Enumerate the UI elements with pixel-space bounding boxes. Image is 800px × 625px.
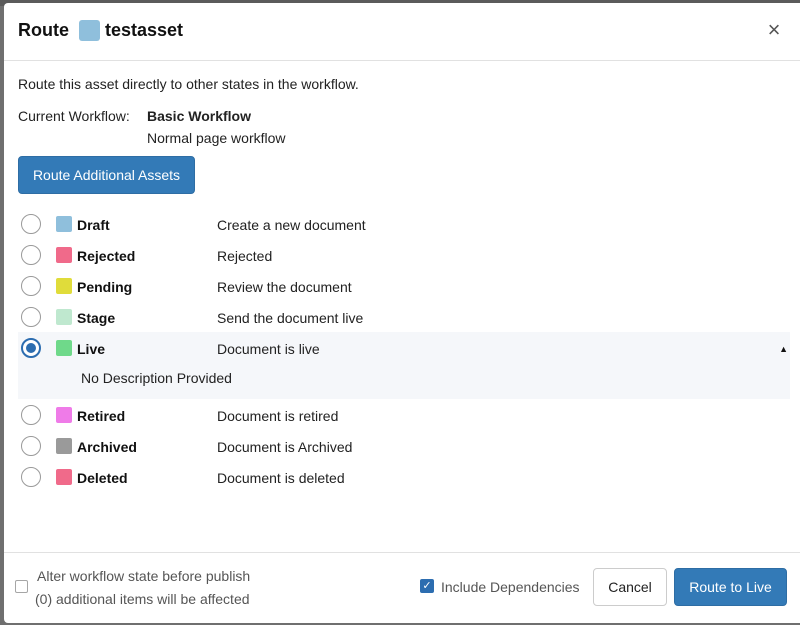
state-description: Send the document live — [217, 310, 364, 326]
state-color-swatch — [56, 247, 72, 263]
dialog-title: Route testasset — [18, 20, 183, 41]
state-row-stage[interactable]: Stage Send the document live — [18, 301, 790, 332]
affected-items-label: (0) additional items will be affected — [35, 591, 250, 607]
state-row-live[interactable]: Live Document is live ▲ No Description Prov… — [18, 332, 790, 399]
state-name: Deleted — [77, 470, 128, 486]
title-prefix: Route — [18, 20, 69, 40]
state-name: Stage — [77, 310, 116, 326]
alter-workflow-checkbox[interactable] — [15, 580, 28, 593]
state-color-swatch — [56, 340, 72, 356]
state-name: Rejected — [77, 248, 136, 264]
state-description: Document is deleted — [217, 470, 345, 486]
state-radio[interactable] — [21, 405, 41, 425]
state-radio[interactable] — [21, 245, 41, 265]
state-color-swatch — [56, 438, 72, 454]
state-row-archived[interactable]: Archived Document is Archived — [18, 430, 790, 461]
state-row-rejected[interactable]: Rejected Rejected — [18, 239, 790, 270]
state-radio[interactable] — [21, 467, 41, 487]
state-color-swatch — [56, 278, 72, 294]
intro-text: Route this asset directly to other state… — [18, 76, 359, 92]
state-description: Document is live — [217, 341, 320, 357]
route-additional-assets-button[interactable]: Route Additional Assets — [18, 156, 195, 194]
state-name: Archived — [77, 439, 137, 455]
state-description: Document is retired — [217, 408, 339, 424]
state-description: Rejected — [217, 248, 273, 264]
state-radio[interactable] — [21, 276, 41, 296]
state-row-pending[interactable]: Pending Review the document — [18, 270, 790, 301]
state-row-deleted[interactable]: Deleted Document is deleted — [18, 461, 790, 492]
include-dependencies-label: Include Dependencies — [441, 579, 580, 595]
state-color-swatch — [56, 216, 72, 232]
route-dialog: Route testasset × Route this asset direc… — [4, 3, 800, 623]
state-name: Live — [77, 341, 106, 357]
state-color-swatch — [56, 407, 72, 423]
state-radio[interactable] — [21, 436, 41, 456]
state-row-retired[interactable]: Retired Document is retired — [18, 399, 790, 430]
workflow-name: Basic Workflow — [147, 108, 251, 124]
close-icon[interactable]: × — [762, 19, 786, 43]
state-radio[interactable] — [21, 307, 41, 327]
state-color-swatch — [56, 469, 72, 485]
state-color-swatch — [56, 309, 72, 325]
state-name: Retired — [77, 408, 126, 424]
asset-name: testasset — [105, 20, 184, 40]
state-description: Document is Archived — [217, 439, 353, 455]
state-row-draft[interactable]: Draft Create a new document — [18, 208, 790, 239]
current-workflow-label: Current Workflow: — [18, 108, 130, 124]
dialog-footer: Alter workflow state before publish (0) … — [4, 552, 800, 623]
state-description: Create a new document — [217, 217, 366, 233]
workflow-description: Normal page workflow — [147, 130, 286, 146]
state-radio[interactable] — [21, 338, 41, 358]
route-to-live-button[interactable]: Route to Live — [674, 568, 787, 606]
include-dependencies-checkbox[interactable]: ✓ — [420, 579, 434, 593]
dialog-header: Route testasset × — [4, 3, 800, 61]
state-detail-text: No Description Provided — [81, 370, 232, 386]
state-radio[interactable] — [21, 214, 41, 234]
state-list: Draft Create a new document Rejected Reject… — [18, 208, 790, 492]
cancel-button[interactable]: Cancel — [593, 568, 667, 606]
state-description: Review the document — [217, 279, 352, 295]
state-name: Draft — [77, 217, 110, 233]
collapse-caret-icon[interactable]: ▲ — [779, 344, 788, 354]
alter-workflow-label: Alter workflow state before publish — [37, 568, 251, 584]
asset-color-swatch — [79, 20, 100, 41]
state-name: Pending — [77, 279, 133, 295]
